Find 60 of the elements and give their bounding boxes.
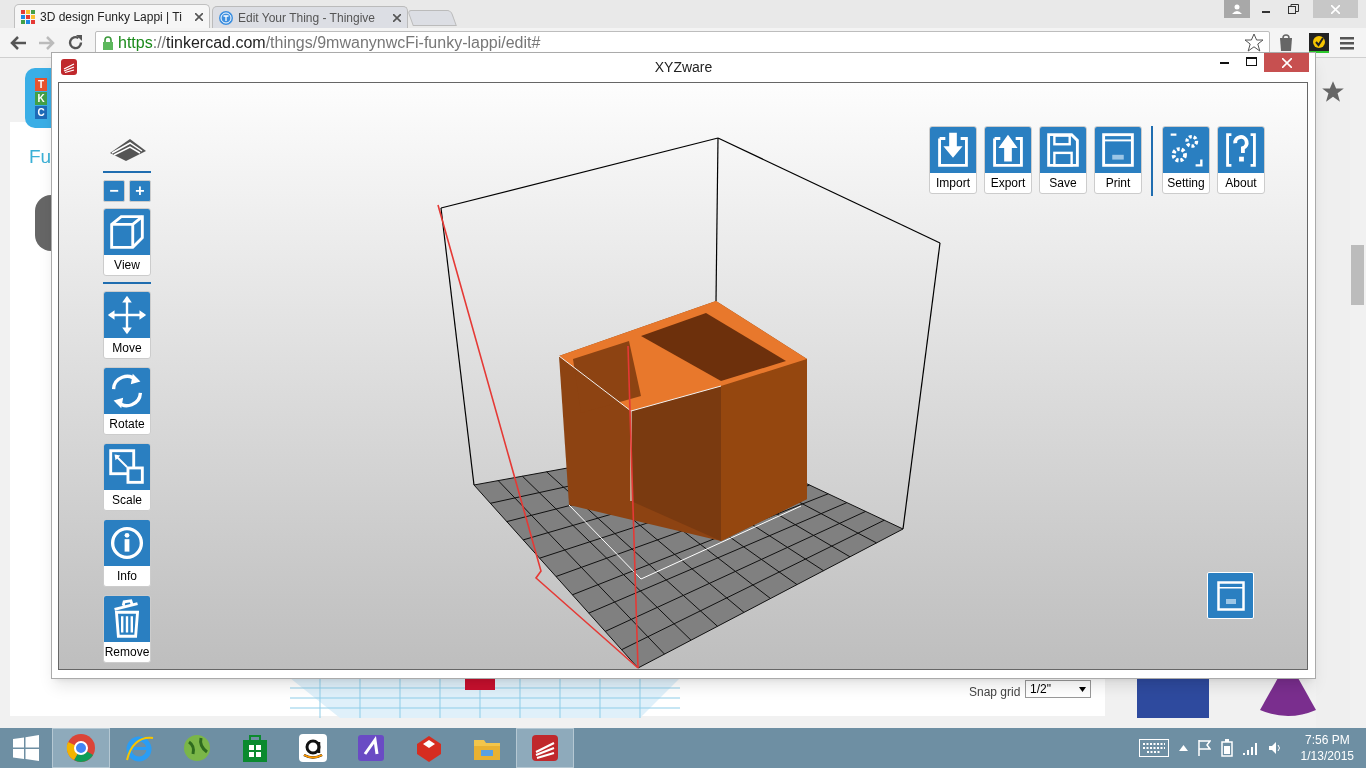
restore-icon[interactable] xyxy=(1288,4,1299,14)
padlock-icon xyxy=(102,36,114,50)
flag-icon[interactable] xyxy=(1197,740,1211,756)
caret-icon xyxy=(1079,686,1086,692)
tool-button[interactable]: Print xyxy=(1094,126,1142,194)
profile-icon[interactable] xyxy=(1224,0,1250,18)
close-icon xyxy=(1281,57,1292,68)
reload-icon[interactable] xyxy=(67,34,84,51)
window-icon xyxy=(1216,580,1245,611)
tool-button[interactable]: Rotate xyxy=(103,367,151,435)
layers-logo-icon xyxy=(108,137,148,163)
speaker-icon[interactable] xyxy=(1268,741,1283,755)
a-logo-icon xyxy=(297,732,329,764)
app-tile-icon xyxy=(355,732,387,764)
viewport[interactable]: − + View Move Rotate Scale Info Remove Import Export Save Print Setting About xyxy=(58,82,1308,670)
maximize-icon[interactable] xyxy=(1246,57,1257,67)
tool-button[interactable]: Scale xyxy=(103,443,151,511)
address-bar[interactable]: https://tinkercad.com/things/9mwanynwcFi-funky-lappi/edit# xyxy=(95,31,1270,55)
tool-button[interactable]: Setting xyxy=(1162,126,1210,194)
wedge-shape-drawing xyxy=(1137,678,1209,718)
browser-tab[interactable]: 3D design Funky Lappi | Ti xyxy=(14,4,210,28)
tool-button[interactable]: Info xyxy=(103,519,151,587)
snap-grid-label: Snap grid xyxy=(969,684,1021,701)
browser-icon xyxy=(65,732,97,764)
tool-button[interactable]: Move xyxy=(103,291,151,359)
chevron-up-icon[interactable] xyxy=(1178,745,1188,751)
grid-icon xyxy=(21,9,35,24)
circle-t-icon xyxy=(219,10,233,25)
app-icon xyxy=(61,59,77,75)
back-icon[interactable] xyxy=(9,35,27,51)
keyboard-icon[interactable] xyxy=(1138,739,1169,757)
minimize-icon[interactable] xyxy=(1220,62,1230,66)
zoom-button[interactable]: − xyxy=(103,180,125,202)
signal-icon[interactable] xyxy=(1242,741,1259,755)
scrollbar-thumb[interactable] xyxy=(1351,245,1364,305)
tool-button[interactable]: Save xyxy=(1039,126,1087,194)
battery-icon[interactable] xyxy=(1220,739,1233,757)
tool-button[interactable]: View xyxy=(103,208,151,276)
bookmark-star-icon[interactable] xyxy=(1244,33,1264,52)
globe-icon xyxy=(181,732,213,764)
close-icon[interactable] xyxy=(195,12,203,21)
snap-grid-dropdown[interactable]: 1/2" xyxy=(1025,680,1091,698)
close-button[interactable] xyxy=(1264,53,1309,72)
print-preview-button[interactable] xyxy=(1207,572,1254,619)
browser-tab[interactable]: Edit Your Thing - Thingive xyxy=(212,6,408,28)
tool-button[interactable]: About xyxy=(1217,126,1265,194)
tool-button[interactable]: Export xyxy=(984,126,1032,194)
start-icon[interactable] xyxy=(13,735,39,761)
close-icon[interactable] xyxy=(393,13,401,22)
layers-logo-icon xyxy=(529,732,561,764)
star-icon[interactable] xyxy=(1321,80,1345,103)
close-icon xyxy=(1331,4,1340,14)
checkmark-icon[interactable] xyxy=(1309,33,1329,53)
app-logo: T K C xyxy=(25,68,51,128)
zoom-button[interactable]: + xyxy=(129,180,151,202)
tool-button[interactable]: Import xyxy=(929,126,977,194)
tool-button[interactable]: Remove xyxy=(103,595,151,663)
design-title: Fu xyxy=(29,146,52,168)
window-title: XYZware xyxy=(654,57,713,77)
menu-icon[interactable] xyxy=(1340,37,1354,50)
